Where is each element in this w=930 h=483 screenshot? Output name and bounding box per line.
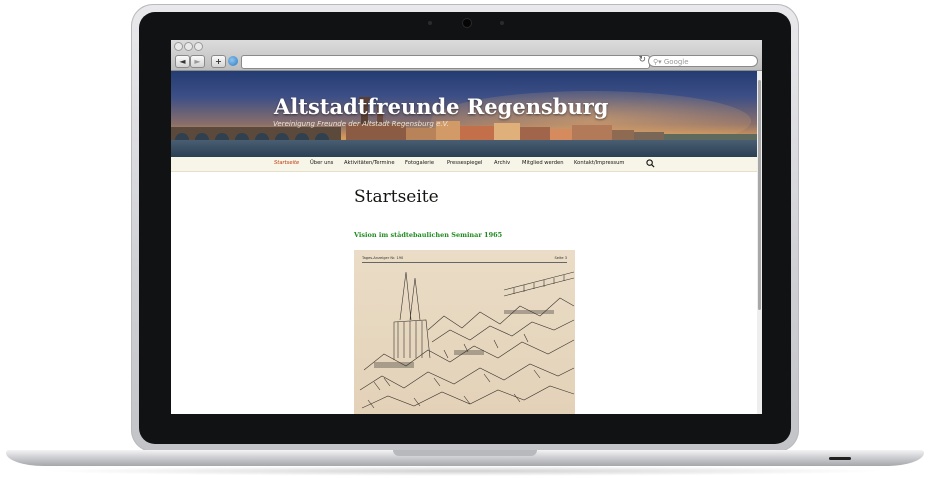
main-navigation: Startseite Über uns Aktivitäten/Termine … bbox=[171, 157, 757, 172]
scrollbar-thumb[interactable] bbox=[758, 80, 761, 310]
site-title[interactable]: Altstadtfreunde Regensburg bbox=[274, 94, 608, 119]
page-title: Startseite bbox=[354, 187, 439, 207]
river-danube bbox=[171, 140, 757, 157]
browser-search-field[interactable]: ⚲▾ Google bbox=[648, 55, 758, 67]
browser-toolbar: ◄ ► + ↻ ⚲▾ Google bbox=[171, 40, 762, 71]
address-bar[interactable]: ↻ bbox=[241, 55, 650, 69]
add-bookmark-button[interactable]: + bbox=[211, 55, 226, 68]
city-sketch-drawing bbox=[359, 271, 575, 409]
nav-item-aktivitaeten[interactable]: Aktivitäten/Termine bbox=[344, 160, 395, 166]
camera-indicator bbox=[500, 21, 504, 25]
stone-bridge bbox=[171, 127, 341, 141]
ambient-sensor bbox=[428, 21, 432, 25]
laptop-shadow bbox=[40, 466, 890, 476]
sleep-indicator bbox=[829, 457, 851, 460]
search-placeholder: Google bbox=[663, 58, 689, 66]
nav-item-startseite[interactable]: Startseite bbox=[274, 160, 299, 166]
nav-item-pressespiegel[interactable]: Pressespiegel bbox=[447, 160, 482, 166]
search-icon: ⚲▾ bbox=[653, 58, 664, 66]
screen: ◄ ► + ↻ ⚲▾ Google Altstadtfreunde Regens… bbox=[171, 40, 762, 414]
site-favicon-icon bbox=[228, 56, 238, 66]
webcam bbox=[463, 19, 471, 27]
search-icon[interactable] bbox=[646, 159, 655, 168]
close-window-button[interactable] bbox=[174, 42, 183, 51]
nav-item-ueber-uns[interactable]: Über uns bbox=[310, 160, 333, 166]
nav-item-kontakt[interactable]: Kontakt/Impressum bbox=[574, 160, 624, 166]
reload-icon[interactable]: ↻ bbox=[638, 55, 646, 65]
back-button[interactable]: ◄ bbox=[175, 55, 190, 68]
newspaper-clipping-image[interactable]: Tages-Anzeiger Nr. 190 Seite 3 bbox=[354, 250, 575, 414]
nav-item-fotogalerie[interactable]: Fotogalerie bbox=[405, 160, 434, 166]
forward-button[interactable]: ► bbox=[190, 55, 205, 68]
lid-opening-notch bbox=[393, 450, 537, 456]
site-description: Vereinigung Freunde der Altstadt Regensb… bbox=[273, 120, 449, 128]
nav-item-archiv[interactable]: Archiv bbox=[494, 160, 510, 166]
nav-item-mitglied-werden[interactable]: Mitglied werden bbox=[522, 160, 564, 166]
post-title-link[interactable]: Vision im städtebaulichen Seminar 1965 bbox=[354, 231, 502, 239]
minimize-window-button[interactable] bbox=[184, 42, 193, 51]
zoom-window-button[interactable] bbox=[194, 42, 203, 51]
site-header-banner[interactable]: Altstadtfreunde Regensburg Vereinigung F… bbox=[171, 71, 757, 157]
